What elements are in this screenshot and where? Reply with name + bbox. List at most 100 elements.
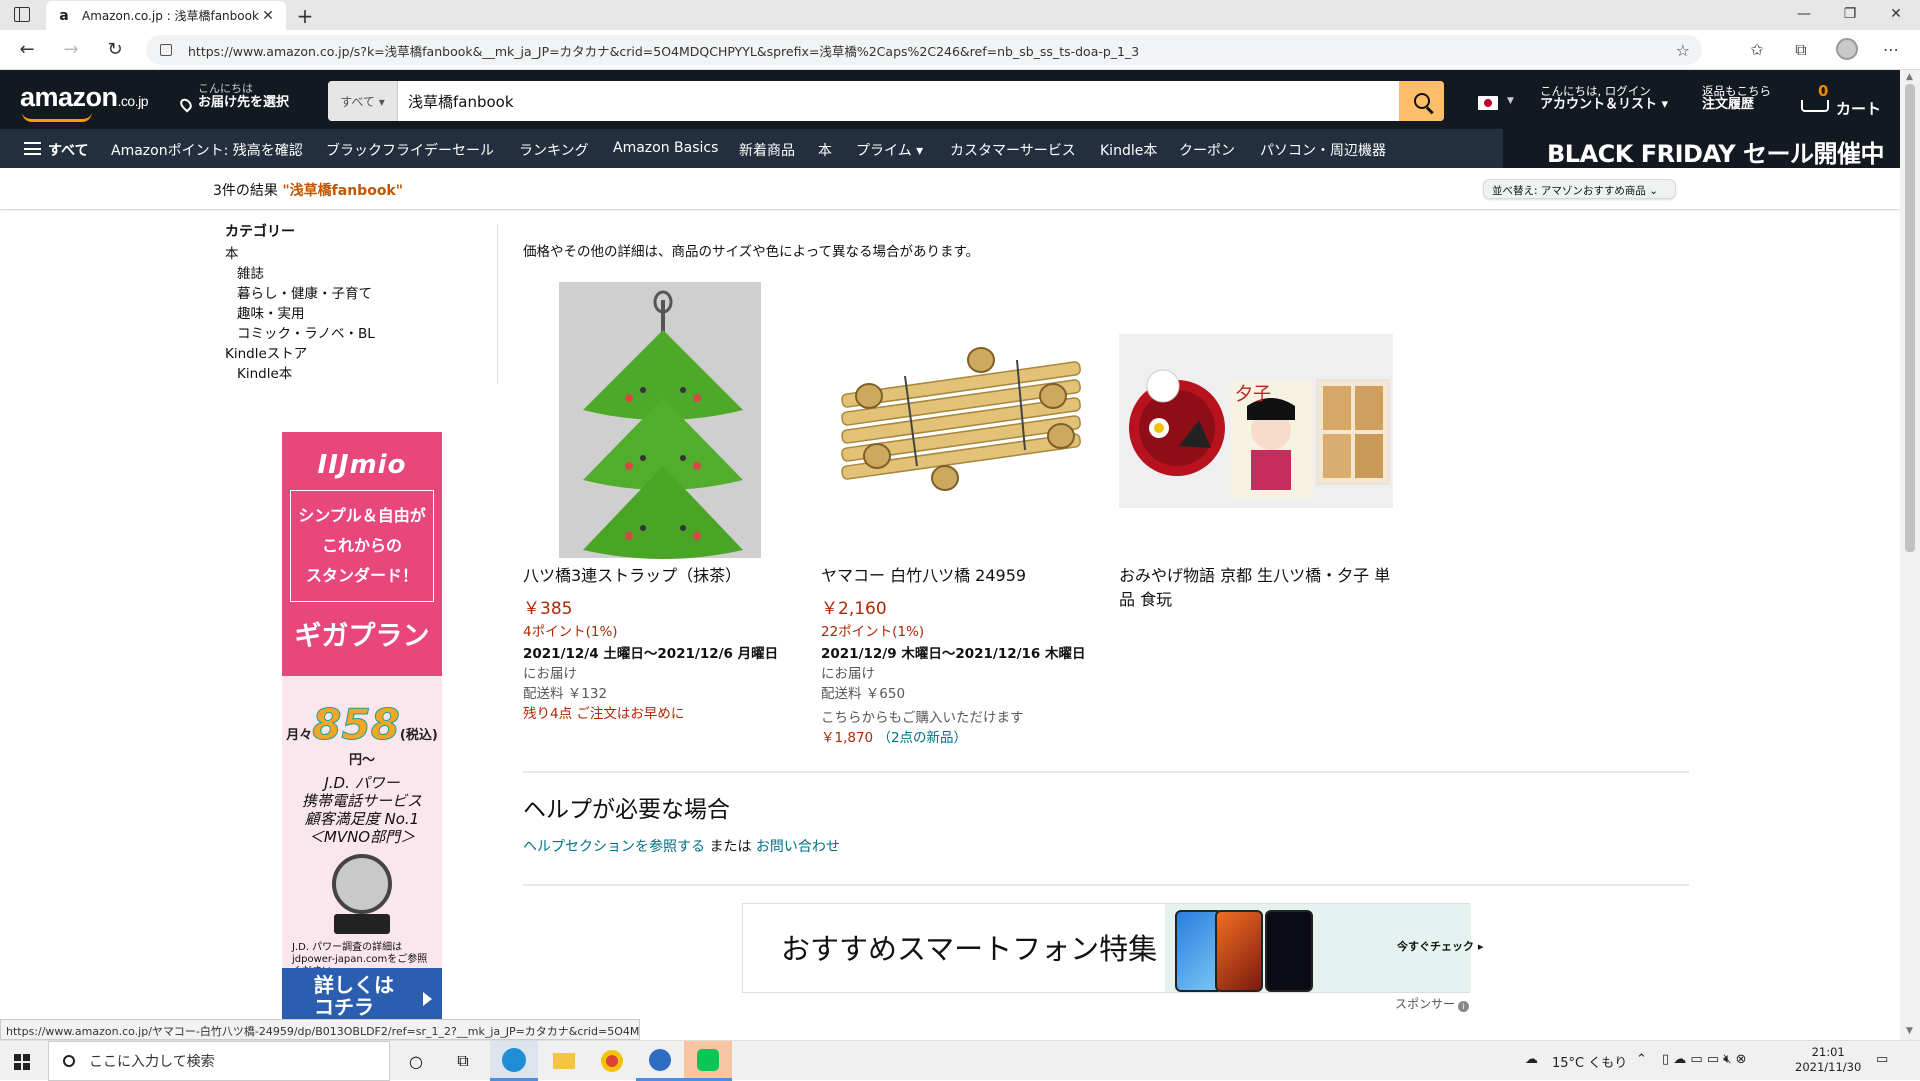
browser-tabbar: a Amazon.co.jp : 浅草橋fanbook ✕ + — ❐ ✕ — [0, 0, 1920, 30]
nav-all[interactable]: すべて — [48, 140, 88, 160]
nav-item-black-friday[interactable]: ブラックフライデーセール — [326, 140, 494, 160]
product-points: 22ポイント(1%) — [821, 624, 925, 640]
info-icon[interactable]: i — [1458, 1001, 1470, 1012]
deliver-to-link[interactable]: こんにちは お届け先を選択 — [198, 82, 289, 110]
amazon-favicon-icon: a — [59, 7, 69, 24]
nav-item-amazon-basics[interactable]: Amazon Basics — [613, 140, 718, 156]
iijmio-ad[interactable]: IIJmio シンプル＆自由が これからの スタンダード！ ギガプラン 月々85… — [282, 432, 442, 1020]
ad-cta-button[interactable]: 詳しくは コチラ — [282, 968, 442, 1020]
file-explorer-icon[interactable] — [540, 1041, 588, 1081]
product-image[interactable] — [821, 280, 1101, 560]
nav-item-points[interactable]: Amazonポイント: 残高を確認 — [111, 140, 303, 160]
vertical-scrollbar[interactable]: ▲ ▼ — [1900, 70, 1920, 1040]
line-app-icon[interactable] — [684, 1041, 732, 1081]
search-category-select[interactable]: すべて ▾ — [328, 81, 398, 121]
other-new-link[interactable]: （2点の新品） — [877, 730, 967, 746]
scroll-down-icon[interactable]: ▼ — [1906, 1026, 1913, 1036]
nav-item-ranking[interactable]: ランキング — [519, 140, 589, 160]
search-input[interactable] — [398, 81, 1399, 121]
product-image[interactable]: 夕子 — [1119, 280, 1399, 560]
nav-item-prime[interactable]: プライム ▾ — [856, 140, 923, 160]
notification-icon[interactable]: ▭ — [1876, 1052, 1888, 1067]
new-tab-icon[interactable]: + — [294, 4, 316, 28]
app-icon[interactable] — [636, 1041, 684, 1081]
sort-dropdown[interactable]: 並べ替え: アマゾンおすすめ商品 ⌄ — [1483, 179, 1676, 199]
delivery-date-text: 2021/12/4 土曜日～2021/12/6 月曜日 — [523, 646, 779, 662]
search-button[interactable] — [1399, 81, 1444, 121]
favorite-star-icon[interactable]: ☆ — [1676, 41, 1690, 60]
category-link[interactable]: Kindle本 — [225, 364, 495, 384]
help-section-link[interactable]: ヘルプセクションを参照する — [523, 839, 705, 855]
check-now-link[interactable]: 今すぐチェック ▸ — [1397, 938, 1483, 954]
category-link[interactable]: 本 — [225, 244, 495, 264]
edge-app-icon[interactable] — [490, 1041, 538, 1081]
japan-flag-icon[interactable] — [1478, 96, 1498, 110]
url-text[interactable]: https://www.amazon.co.jp/s?k=浅草橋fanbook&… — [188, 41, 1676, 60]
contact-us-link[interactable]: お問い合わせ — [756, 839, 840, 855]
product-title[interactable]: 八ツ橋3連ストラップ（抹茶） — [523, 564, 803, 588]
category-link[interactable]: Kindleストア — [225, 344, 495, 364]
category-link[interactable]: 趣味・実用 — [225, 304, 495, 324]
product-title[interactable]: おみやげ物語 京都 生八ツ橋・夕子 単品 食玩 — [1119, 564, 1399, 612]
category-link[interactable]: コミック・ラノベ・BL — [225, 324, 495, 344]
window-close-icon[interactable]: ✕ — [1886, 6, 1906, 22]
windows-start-icon[interactable] — [14, 1054, 30, 1070]
weather-cloud-icon[interactable]: ☁ — [1525, 1052, 1538, 1067]
weather-text[interactable]: 15°C くもり — [1552, 1052, 1627, 1071]
nav-item-coupons[interactable]: クーポン — [1179, 140, 1235, 160]
divider-line — [523, 884, 1689, 886]
scroll-up-icon[interactable]: ▲ — [1906, 72, 1913, 82]
ad-tagline-line: スタンダード！ — [305, 566, 418, 585]
nav-item-new-releases[interactable]: 新着商品 — [739, 140, 795, 160]
ad-jd-line: 顧客満足度 No.1 — [304, 810, 420, 828]
tab-close-icon[interactable]: ✕ — [260, 8, 276, 24]
product-title[interactable]: ヤマコー 白竹八ツ橋 24959 — [821, 564, 1101, 588]
favorites-icon[interactable]: ✩ — [1746, 40, 1768, 59]
collections-icon[interactable]: ⧉ — [1790, 40, 1812, 60]
account-lists-link[interactable]: こんにちは, ログイン アカウント＆リスト ▾ — [1540, 84, 1668, 112]
cortana-icon[interactable]: ○ — [402, 1047, 430, 1075]
product-image[interactable] — [523, 280, 803, 560]
taskbar-search[interactable]: ここに入力して検索 — [48, 1041, 390, 1081]
ad-tagline-line: これからの — [321, 536, 402, 555]
black-friday-banner[interactable]: BLACK FRIDAY セール開催中 — [1503, 129, 1900, 168]
ad-price-suffix: 円〜 — [348, 753, 375, 768]
sponsored-label[interactable]: スポンサー i — [1395, 995, 1470, 1012]
chrome-app-icon[interactable] — [588, 1041, 636, 1081]
nav-item-books[interactable]: 本 — [818, 140, 832, 160]
language-caret-icon[interactable]: ▼ — [1507, 96, 1514, 106]
play-arrow-icon — [423, 992, 432, 1006]
more-menu-icon[interactable]: ⋯ — [1880, 40, 1902, 59]
tray-chevron-icon[interactable]: ⌃ — [1636, 1052, 1647, 1067]
cart-button[interactable]: 0 カート — [1798, 82, 1898, 118]
task-view-icon[interactable]: ⧉ — [449, 1047, 477, 1075]
orders-link[interactable]: 返品もこちら 注文履歴 — [1702, 84, 1771, 112]
forward-icon[interactable]: → — [60, 40, 82, 60]
product-card: ヤマコー 白竹八ツ橋 24959 ￥2,160 22ポイント(1%) 2021/… — [821, 280, 1101, 748]
category-link[interactable]: 暮らし・健康・子育て — [225, 284, 495, 304]
tray-icons[interactable]: ▯ ☁ ▭ ▭ 🔇︎ ⊗ — [1662, 1052, 1746, 1067]
nav-item-pc[interactable]: パソコン・周辺機器 — [1260, 140, 1386, 160]
product-price[interactable]: ￥385 — [523, 594, 803, 619]
minimize-icon[interactable]: — — [1794, 6, 1814, 22]
ad-jd-line: 携帯電話サービス — [301, 792, 422, 810]
reload-icon[interactable]: ↻ — [104, 40, 126, 60]
nav-item-customer-service[interactable]: カスタマーサービス — [950, 140, 1076, 160]
tab-actions-icon[interactable] — [14, 7, 30, 22]
profile-avatar[interactable] — [1836, 38, 1858, 60]
product-price[interactable]: ￥2,160 — [821, 594, 1101, 619]
scroll-thumb[interactable] — [1905, 84, 1915, 552]
browser-tab[interactable]: a Amazon.co.jp : 浅草橋fanbook ✕ — [46, 1, 286, 30]
taskbar-clock[interactable]: 21:01 2021/11/30 — [1795, 1045, 1861, 1075]
other-sellers-offer: ￥1,870 （2点の新品） — [821, 728, 1101, 748]
nav-item-kindle[interactable]: Kindle本 — [1100, 140, 1157, 160]
sponsored-smartphone-ad[interactable]: おすすめスマートフォン特集 今すぐチェック ▸ — [742, 903, 1483, 993]
category-link[interactable]: 雑誌 — [225, 264, 495, 284]
delivery-date-text: 2021/12/9 木曜日～2021/12/16 木曜日 — [821, 646, 1086, 662]
hamburger-menu-icon[interactable] — [24, 142, 41, 155]
back-icon[interactable]: ← — [16, 40, 38, 60]
amazon-logo[interactable]: amazon.co.jp — [20, 82, 149, 113]
lock-icon[interactable] — [160, 44, 172, 56]
restore-icon[interactable]: ❐ — [1840, 6, 1860, 22]
url-field[interactable]: https://www.amazon.co.jp/s?k=浅草橋fanbook&… — [146, 35, 1702, 65]
